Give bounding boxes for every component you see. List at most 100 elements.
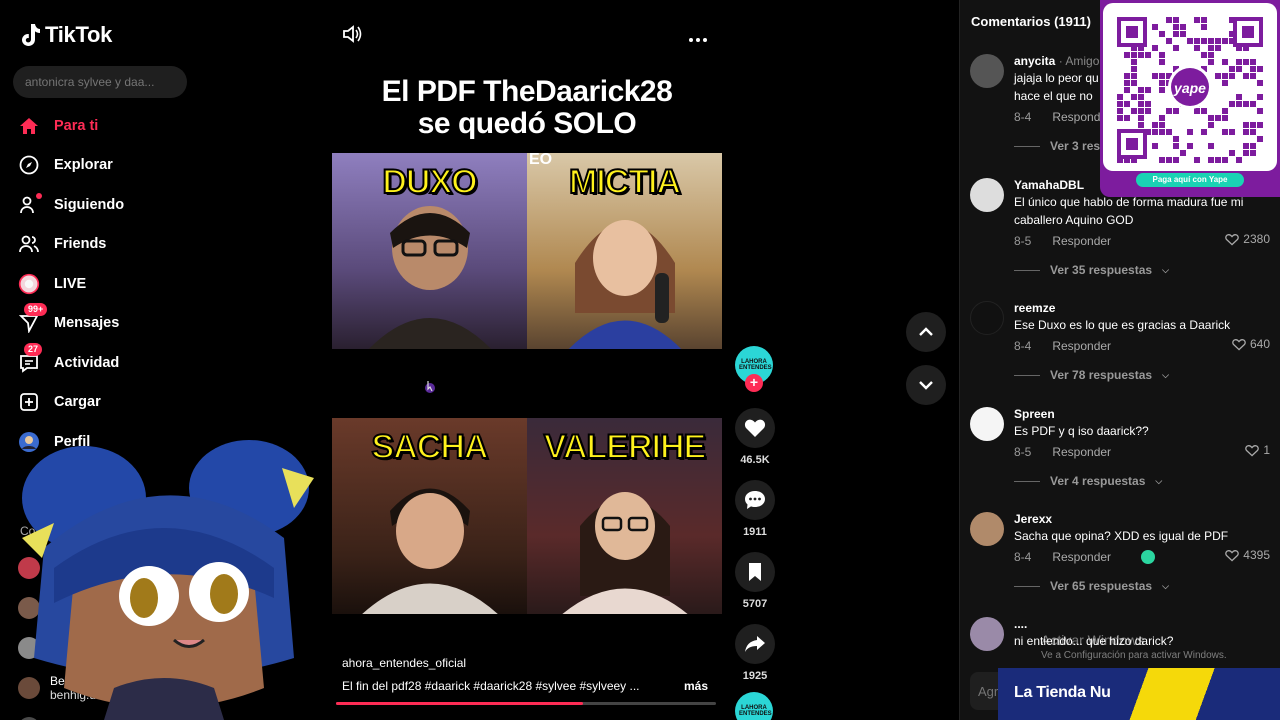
comment-like-count: 2380 xyxy=(1243,232,1270,246)
nav-label: Cargar xyxy=(54,394,101,411)
commenter-name[interactable]: Jerexx xyxy=(1014,512,1270,526)
following-account[interactable]: gab... she... xyxy=(18,628,111,668)
volume-icon[interactable] xyxy=(342,24,364,49)
nav-perfil[interactable]: Perfil xyxy=(18,422,124,462)
nav-para-ti[interactable]: Para ti xyxy=(18,106,124,146)
view-replies[interactable]: Ver 4 respuestas ⌵ xyxy=(1014,474,1270,488)
share-button[interactable] xyxy=(735,624,775,664)
main-nav: Para ti Explorar Siguiendo Friends LIVE … xyxy=(18,106,124,462)
view-replies[interactable]: Ver 78 respuestas ⌵ xyxy=(1014,368,1270,382)
banner-text: La Tienda Nu xyxy=(1014,684,1111,701)
nav-live[interactable]: LIVE xyxy=(18,264,124,304)
sidebar: TikTok Para ti Explorar Siguiendo xyxy=(0,0,240,720)
more-link[interactable]: más xyxy=(684,679,708,693)
comment-like-count: 4395 xyxy=(1243,548,1270,562)
watermark-subtitle: Ve a Configuración para activar Windows. xyxy=(1041,650,1227,661)
music-disc-avatar[interactable]: LAHORA ENTENDES xyxy=(735,692,773,720)
creator-avatar[interactable]: LAHORA ENTENDES + xyxy=(735,346,773,392)
nav-explorar[interactable]: Explorar xyxy=(18,146,124,186)
next-video-button[interactable] xyxy=(906,365,946,405)
nav-friends[interactable]: Friends xyxy=(18,225,124,265)
video-progress-bar[interactable] xyxy=(336,702,716,705)
reply-button[interactable]: Responder xyxy=(1052,445,1111,459)
live-icon xyxy=(18,273,40,295)
streamer-cell-valerihe: VALERIHE xyxy=(527,418,722,614)
view-replies[interactable]: Ver 65 respuestas ⌵ xyxy=(1014,579,1270,593)
account-handle: da... xyxy=(50,608,74,622)
reply-button[interactable]: Responder xyxy=(1052,550,1111,564)
yape-pay-button[interactable]: Paga aquí con Yape xyxy=(1136,173,1244,187)
like-action[interactable]: 46.5K xyxy=(735,408,775,466)
description-text: El fin del pdf28 #daarick #daarick28 #sy… xyxy=(342,679,640,693)
comment-date: 8-4 xyxy=(1014,339,1032,353)
tiktok-logo[interactable]: TikTok xyxy=(19,22,112,48)
nav-actividad[interactable]: 27 Actividad xyxy=(18,342,124,383)
qr-code: yape xyxy=(1103,3,1277,171)
comment-meta: 8-5 Responder 2380 xyxy=(1014,232,1270,250)
video-player[interactable]: El PDF TheDaarick28 se quedó SOLO DUXO E… xyxy=(332,60,722,710)
commenter-name[interactable]: .... xyxy=(1014,617,1270,631)
commenter-avatar[interactable] xyxy=(970,407,1004,441)
video-author[interactable]: ahora_entendes_oficial xyxy=(342,656,722,670)
nav-mensajes[interactable]: 99+ Mensajes xyxy=(18,303,124,344)
save-button[interactable] xyxy=(735,552,775,592)
account-name: Benhig🌸 xyxy=(50,674,103,688)
following-account[interactable]: Dar da... xyxy=(18,588,111,628)
reply-button[interactable]: Responder xyxy=(1052,339,1111,353)
comment-action[interactable]: 1911 xyxy=(735,480,775,538)
comment-meta: 8-4 Responder 4395 xyxy=(1014,548,1270,566)
reply-button[interactable]: Respond xyxy=(1052,110,1100,124)
commenter-avatar[interactable] xyxy=(970,54,1004,88)
commenter-name[interactable]: reemze xyxy=(1014,301,1270,315)
view-replies-label: Ver 35 respuestas xyxy=(1050,263,1153,277)
heart-outline-icon xyxy=(1245,444,1260,456)
nav-label: Friends xyxy=(54,236,107,253)
like-button[interactable] xyxy=(735,408,775,448)
previous-video-button[interactable] xyxy=(906,312,946,352)
streamer-cell-mictia: EO MICTIA xyxy=(527,153,722,349)
progress-fill xyxy=(336,702,583,705)
search-input[interactable] xyxy=(25,75,165,89)
heart-icon xyxy=(744,419,766,437)
more-options-icon[interactable] xyxy=(688,30,708,48)
streamer-figure xyxy=(368,206,491,349)
comment-button[interactable] xyxy=(735,480,775,520)
comment-date: 8-5 xyxy=(1014,445,1032,459)
comment-date: 8-4 xyxy=(1014,550,1032,564)
save-action[interactable]: 5707 xyxy=(735,552,775,610)
notification-dot xyxy=(36,192,42,199)
comment-meta: 8-4 Responder 640 xyxy=(1014,337,1270,355)
comment-text: Ese Duxo es lo que es gracias a Daarick xyxy=(1014,318,1231,332)
view-replies-label: Ver 78 respuestas xyxy=(1050,368,1153,382)
share-action[interactable]: 1925 xyxy=(735,624,775,682)
reply-button[interactable]: Responder xyxy=(1052,234,1111,248)
commenter-avatar[interactable] xyxy=(970,512,1004,546)
following-account[interactable]: ... hak... xyxy=(18,548,111,588)
streamer-figure xyxy=(361,488,498,614)
commenter-avatar[interactable] xyxy=(970,617,1004,651)
following-account[interactable]: Benhig🌸 benhig.uwu xyxy=(18,668,111,708)
comment-like[interactable]: 2380 xyxy=(1225,232,1270,246)
search-bar[interactable] xyxy=(13,66,187,98)
following-account[interactable]: al xyxy=(18,708,111,720)
following-icon xyxy=(18,192,42,216)
watermark-title: Activar Windows xyxy=(1041,632,1145,648)
commenter-avatar[interactable] xyxy=(970,178,1004,212)
view-replies-label: Ver 4 respuestas xyxy=(1050,474,1146,488)
commenter-name[interactable]: Spreen xyxy=(1014,407,1270,421)
commenter-avatar[interactable] xyxy=(970,301,1004,335)
follow-plus-icon[interactable]: + xyxy=(745,374,763,392)
account-name: ... xyxy=(50,554,61,568)
view-replies[interactable]: Ver 35 respuestas ⌵ xyxy=(1014,263,1270,277)
account-handle: hak... xyxy=(50,568,80,582)
save-count: 5707 xyxy=(742,598,768,610)
nav-cargar[interactable]: Cargar xyxy=(18,383,124,423)
messages-badge: 99+ xyxy=(24,303,48,317)
comment-like[interactable]: 1 xyxy=(1245,443,1270,457)
nav-siguiendo[interactable]: Siguiendo xyxy=(18,185,124,225)
streamer-figure xyxy=(562,492,687,614)
comment-like[interactable]: 640 xyxy=(1232,337,1270,351)
comment-item: Spreen Es PDF y q iso daarick?? 8-5 Resp… xyxy=(970,407,1270,488)
like-count: 46.5K xyxy=(740,454,770,466)
comment-like[interactable]: 4395 xyxy=(1225,548,1270,562)
